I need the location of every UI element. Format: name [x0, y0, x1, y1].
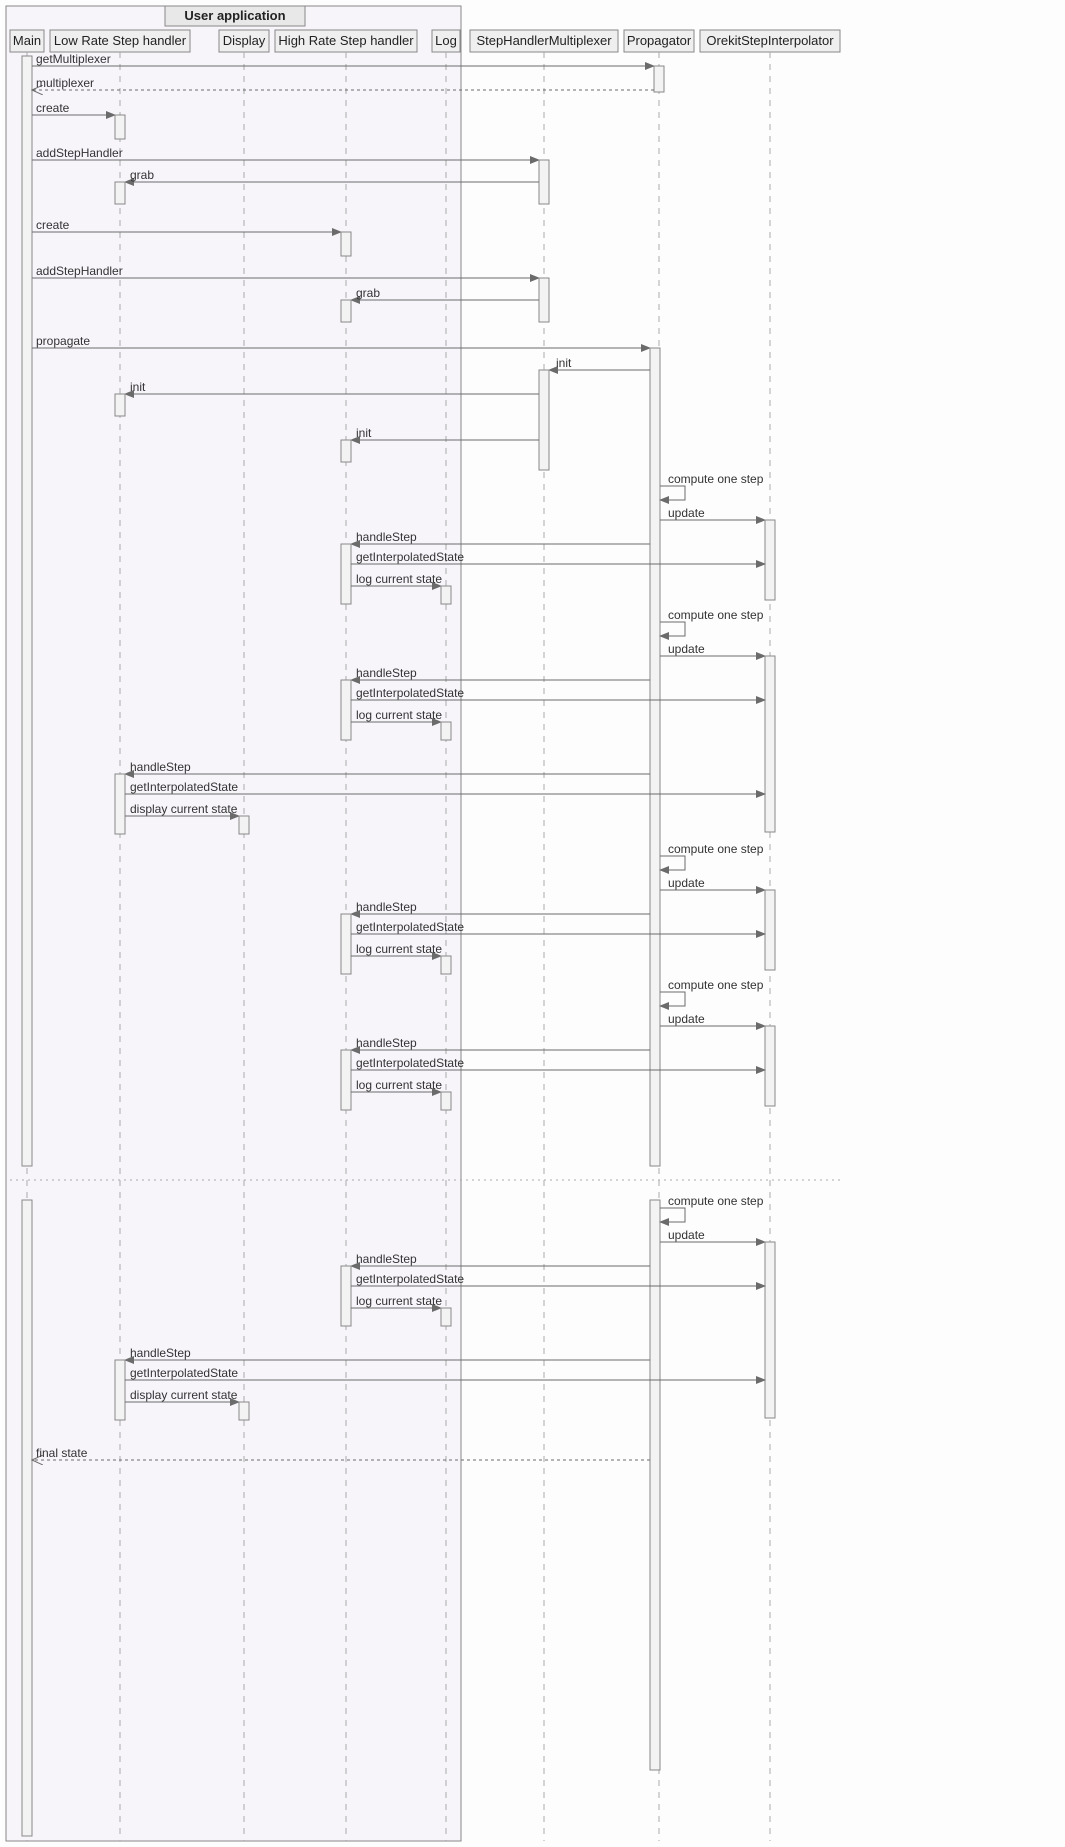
svg-text:update: update — [668, 642, 705, 656]
svg-text:display current state: display current state — [130, 1388, 238, 1402]
participant-high: High Rate Step handler — [278, 33, 414, 48]
svg-text:handleStep: handleStep — [356, 900, 417, 914]
svg-text:propagate: propagate — [36, 334, 90, 348]
svg-text:addStepHandler: addStepHandler — [36, 264, 123, 278]
svg-text:handleStep: handleStep — [130, 760, 191, 774]
svg-text:log current state: log current state — [356, 1078, 442, 1092]
participant-prop: Propagator — [627, 33, 692, 48]
svg-text:getInterpolatedState: getInterpolatedState — [130, 780, 238, 794]
svg-text:getInterpolatedState: getInterpolatedState — [130, 1366, 238, 1380]
svg-text:handleStep: handleStep — [356, 1252, 417, 1266]
svg-text:grab: grab — [356, 286, 380, 300]
activation-main — [22, 56, 32, 1166]
svg-text:multiplexer: multiplexer — [36, 76, 94, 90]
svg-text:getInterpolatedState: getInterpolatedState — [356, 1272, 464, 1286]
svg-text:init: init — [556, 356, 572, 370]
svg-text:update: update — [668, 1012, 705, 1026]
svg-text:handleStep: handleStep — [130, 1346, 191, 1360]
svg-text:getInterpolatedState: getInterpolatedState — [356, 550, 464, 564]
participant-mux: StepHandlerMultiplexer — [476, 33, 612, 48]
svg-text:update: update — [668, 506, 705, 520]
svg-text:handleStep: handleStep — [356, 530, 417, 544]
svg-text:final state: final state — [36, 1446, 88, 1460]
participant-interp: OrekitStepInterpolator — [706, 33, 834, 48]
activation-main-2 — [22, 1200, 32, 1836]
participant-low: Low Rate Step handler — [54, 33, 187, 48]
svg-text:addStepHandler: addStepHandler — [36, 146, 123, 160]
svg-text:getMultiplexer: getMultiplexer — [36, 52, 111, 66]
svg-text:update: update — [668, 1228, 705, 1242]
participant-disp: Display — [223, 33, 266, 48]
sequence-diagram: User application Main Low Rate Step hand… — [0, 0, 1065, 1847]
svg-text:handleStep: handleStep — [356, 666, 417, 680]
svg-text:log current state: log current state — [356, 942, 442, 956]
svg-text:init: init — [130, 380, 146, 394]
participant-log: Log — [435, 33, 457, 48]
svg-text:handleStep: handleStep — [356, 1036, 417, 1050]
svg-text:create: create — [36, 218, 70, 232]
svg-text:log current state: log current state — [356, 572, 442, 586]
svg-text:getInterpolatedState: getInterpolatedState — [356, 686, 464, 700]
svg-text:compute one step: compute one step — [668, 842, 764, 856]
svg-text:display current state: display current state — [130, 802, 238, 816]
group-title: User application — [184, 8, 285, 23]
svg-text:getInterpolatedState: getInterpolatedState — [356, 1056, 464, 1070]
svg-text:log current state: log current state — [356, 1294, 442, 1308]
participant-main: Main — [13, 33, 41, 48]
svg-text:init: init — [356, 426, 372, 440]
svg-text:grab: grab — [130, 168, 154, 182]
svg-text:getInterpolatedState: getInterpolatedState — [356, 920, 464, 934]
svg-text:create: create — [36, 101, 70, 115]
svg-text:compute one step: compute one step — [668, 472, 764, 486]
svg-text:update: update — [668, 876, 705, 890]
svg-text:compute one step: compute one step — [668, 978, 764, 992]
svg-text:compute one step: compute one step — [668, 1194, 764, 1208]
svg-text:log current state: log current state — [356, 708, 442, 722]
svg-text:compute one step: compute one step — [668, 608, 764, 622]
